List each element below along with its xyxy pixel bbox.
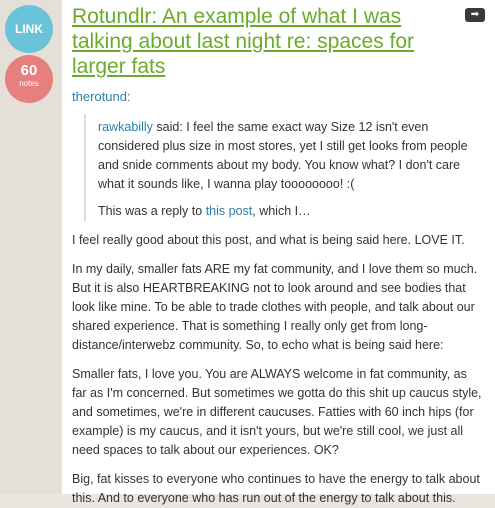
post-title-link[interactable]: Rotundlr: An example of what I was talki…: [72, 4, 445, 79]
post-paragraph: I feel really good about this post, and …: [72, 233, 465, 247]
link-badge-label: LINK: [15, 22, 43, 36]
quote-body: said: I feel the same exact way Size 12 …: [98, 120, 468, 191]
post-paragraph: Smaller fats, I love you. You are ALWAYS…: [72, 367, 482, 457]
reply-line: This was a reply to this post, which I…: [98, 202, 483, 221]
post-card: ➡ Rotundlr: An example of what I was tal…: [62, 0, 495, 505]
post-paragraph: In my daily, smaller fats ARE my fat com…: [72, 262, 478, 352]
notes-count: 60: [20, 62, 38, 79]
blockquote: rawkabilly said: I feel the same exact w…: [84, 114, 483, 221]
post-paragraph: Big, fat kisses to everyone who continue…: [72, 472, 480, 505]
post-body: I feel really good about this post, and …: [72, 231, 483, 508]
notes-badge[interactable]: 60 notes: [5, 55, 53, 103]
notes-label: notes: [19, 79, 39, 88]
source-user-link[interactable]: therotund:: [72, 89, 131, 104]
link-badge[interactable]: LINK: [5, 5, 53, 53]
reply-post-link[interactable]: this post: [206, 204, 253, 218]
quote-username-link[interactable]: rawkabilly: [98, 120, 153, 134]
reply-suffix: , which I…: [252, 204, 311, 218]
reply-prefix: This was a reply to: [98, 204, 206, 218]
arrow-right-icon[interactable]: ➡: [465, 8, 485, 22]
quote-text: rawkabilly said: I feel the same exact w…: [98, 118, 483, 194]
